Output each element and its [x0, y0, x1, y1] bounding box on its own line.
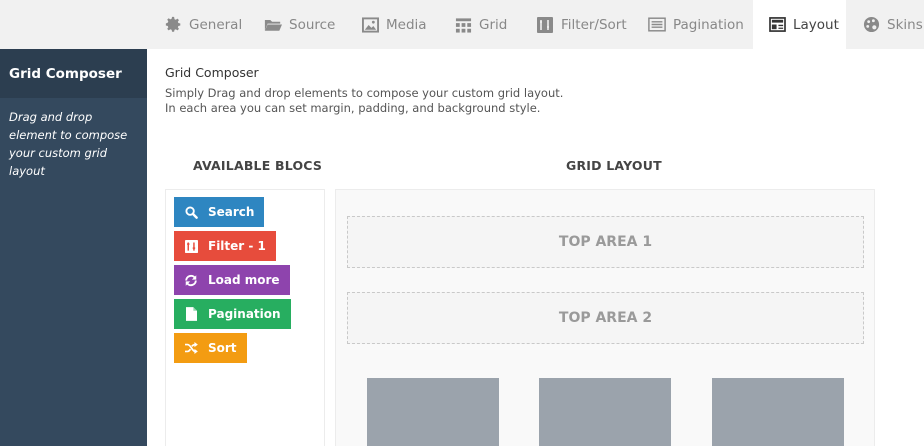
tab-bar: General Source Media Grid Filter/Sort Pa… [0, 0, 924, 49]
description-line-2: In each area you can set margin, padding… [165, 101, 541, 115]
tab-label: Source [289, 16, 336, 33]
filter-icon [536, 16, 554, 34]
bloc-filter[interactable]: Filter - 1 [174, 231, 276, 261]
tab-grid[interactable]: Grid [454, 0, 507, 49]
top-area-1-dropzone[interactable]: TOP AREA 1 [347, 216, 864, 268]
available-blocs-panel: Search Filter - 1 Load more Pagination S… [165, 189, 325, 446]
pagination-icon [648, 16, 666, 34]
grid-icon [454, 16, 472, 34]
tab-label: Skins [887, 16, 923, 33]
tab-filter-sort[interactable]: Filter/Sort [536, 0, 627, 49]
top-area-2-dropzone[interactable]: TOP AREA 2 [347, 292, 864, 344]
shuffle-icon [184, 341, 198, 355]
palette-icon [862, 16, 880, 34]
tab-skins[interactable]: Skins [862, 0, 923, 49]
grid-item-placeholder [367, 378, 499, 446]
bloc-search[interactable]: Search [174, 197, 265, 227]
filter-icon [184, 239, 198, 253]
grid-layout-panel: TOP AREA 1 TOP AREA 2 [335, 189, 875, 446]
tab-layout[interactable]: Layout [753, 0, 846, 49]
grid-item-placeholder [712, 378, 844, 446]
bloc-label: Load more [208, 273, 280, 287]
image-icon [361, 16, 379, 34]
layout-icon [768, 16, 786, 34]
tab-source[interactable]: Source [264, 0, 335, 49]
bloc-pagination[interactable]: Pagination [174, 299, 291, 329]
tab-label: Grid [479, 16, 508, 33]
bloc-label: Search [208, 205, 255, 219]
bloc-label: Pagination [208, 307, 281, 321]
page-title: Grid Composer [165, 65, 259, 80]
tab-media[interactable]: Media [361, 0, 427, 49]
bloc-load-more[interactable]: Load more [174, 265, 290, 295]
gear-icon [164, 16, 182, 34]
sidebar-description: Drag and drop element to compose your cu… [9, 110, 128, 178]
available-blocs-heading: AVAILABLE BLOCS [193, 158, 323, 173]
bloc-label: Sort [208, 341, 237, 355]
bloc-label: Filter - 1 [208, 239, 266, 253]
tab-label: General [189, 16, 243, 33]
search-icon [184, 205, 198, 219]
page-description: Simply Drag and drop elements to compose… [165, 86, 563, 116]
tab-label: Filter/Sort [561, 16, 627, 33]
tab-label: Layout [793, 16, 839, 33]
tab-pagination[interactable]: Pagination [648, 0, 744, 49]
bloc-sort[interactable]: Sort [174, 333, 247, 363]
grid-layout-heading: GRID LAYOUT [566, 158, 662, 173]
document-icon [184, 307, 198, 321]
folder-icon [264, 16, 282, 34]
grid-item-placeholder [539, 378, 671, 446]
sidebar: Grid Composer Drag and drop element to c… [0, 49, 147, 446]
description-line-1: Simply Drag and drop elements to compose… [165, 86, 564, 100]
sidebar-title: Grid Composer [0, 49, 147, 98]
refresh-icon [184, 273, 198, 287]
tab-general[interactable]: General [164, 0, 242, 49]
tab-label: Media [386, 16, 427, 33]
tab-label: Pagination [673, 16, 744, 33]
main-panel: Grid Composer Simply Drag and drop eleme… [147, 49, 924, 446]
